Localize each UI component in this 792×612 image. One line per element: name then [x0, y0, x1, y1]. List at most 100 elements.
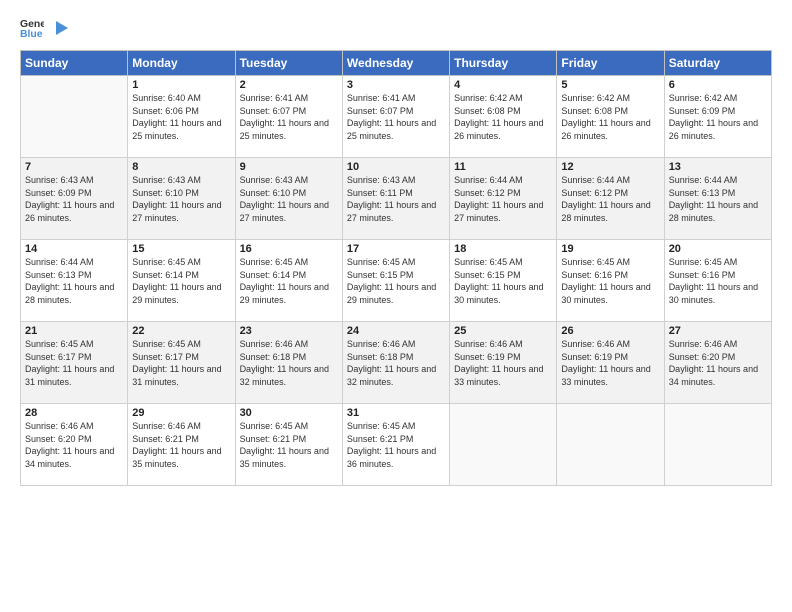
day-info: Sunrise: 6:46 AMSunset: 6:18 PMDaylight:… [240, 338, 338, 388]
calendar-cell: 27Sunrise: 6:46 AMSunset: 6:20 PMDayligh… [664, 322, 771, 404]
day-info: Sunrise: 6:42 AMSunset: 6:09 PMDaylight:… [669, 92, 767, 142]
day-info: Sunrise: 6:45 AMSunset: 6:17 PMDaylight:… [132, 338, 230, 388]
day-info: Sunrise: 6:45 AMSunset: 6:14 PMDaylight:… [132, 256, 230, 306]
day-info: Sunrise: 6:46 AMSunset: 6:21 PMDaylight:… [132, 420, 230, 470]
week-row-3: 14Sunrise: 6:44 AMSunset: 6:13 PMDayligh… [21, 240, 772, 322]
calendar-cell: 12Sunrise: 6:44 AMSunset: 6:12 PMDayligh… [557, 158, 664, 240]
calendar-cell: 17Sunrise: 6:45 AMSunset: 6:15 PMDayligh… [342, 240, 449, 322]
day-info: Sunrise: 6:45 AMSunset: 6:14 PMDaylight:… [240, 256, 338, 306]
calendar-cell: 5Sunrise: 6:42 AMSunset: 6:08 PMDaylight… [557, 76, 664, 158]
weekday-header-tuesday: Tuesday [235, 51, 342, 76]
calendar-cell [664, 404, 771, 486]
day-info: Sunrise: 6:43 AMSunset: 6:10 PMDaylight:… [132, 174, 230, 224]
day-number: 4 [454, 79, 552, 91]
calendar-cell: 3Sunrise: 6:41 AMSunset: 6:07 PMDaylight… [342, 76, 449, 158]
calendar-cell [450, 404, 557, 486]
day-info: Sunrise: 6:45 AMSunset: 6:21 PMDaylight:… [347, 420, 445, 470]
day-number: 28 [25, 407, 123, 419]
calendar-cell: 30Sunrise: 6:45 AMSunset: 6:21 PMDayligh… [235, 404, 342, 486]
day-number: 7 [25, 161, 123, 173]
day-info: Sunrise: 6:44 AMSunset: 6:12 PMDaylight:… [561, 174, 659, 224]
weekday-header-wednesday: Wednesday [342, 51, 449, 76]
calendar-cell: 23Sunrise: 6:46 AMSunset: 6:18 PMDayligh… [235, 322, 342, 404]
weekday-header-row: SundayMondayTuesdayWednesdayThursdayFrid… [21, 51, 772, 76]
day-info: Sunrise: 6:44 AMSunset: 6:12 PMDaylight:… [454, 174, 552, 224]
day-number: 30 [240, 407, 338, 419]
weekday-header-sunday: Sunday [21, 51, 128, 76]
logo: General Blue [20, 16, 72, 40]
day-number: 19 [561, 243, 659, 255]
day-info: Sunrise: 6:46 AMSunset: 6:18 PMDaylight:… [347, 338, 445, 388]
calendar-cell: 6Sunrise: 6:42 AMSunset: 6:09 PMDaylight… [664, 76, 771, 158]
day-number: 12 [561, 161, 659, 173]
day-info: Sunrise: 6:41 AMSunset: 6:07 PMDaylight:… [347, 92, 445, 142]
day-info: Sunrise: 6:46 AMSunset: 6:20 PMDaylight:… [669, 338, 767, 388]
calendar-cell [557, 404, 664, 486]
day-info: Sunrise: 6:42 AMSunset: 6:08 PMDaylight:… [454, 92, 552, 142]
day-number: 29 [132, 407, 230, 419]
day-number: 15 [132, 243, 230, 255]
calendar-cell: 9Sunrise: 6:43 AMSunset: 6:10 PMDaylight… [235, 158, 342, 240]
logo-icon: General Blue [20, 16, 44, 40]
calendar-cell: 28Sunrise: 6:46 AMSunset: 6:20 PMDayligh… [21, 404, 128, 486]
day-info: Sunrise: 6:45 AMSunset: 6:16 PMDaylight:… [669, 256, 767, 306]
weekday-header-thursday: Thursday [450, 51, 557, 76]
day-info: Sunrise: 6:46 AMSunset: 6:19 PMDaylight:… [454, 338, 552, 388]
day-number: 26 [561, 325, 659, 337]
day-number: 16 [240, 243, 338, 255]
calendar-cell: 8Sunrise: 6:43 AMSunset: 6:10 PMDaylight… [128, 158, 235, 240]
header: General Blue [20, 16, 772, 40]
weekday-header-friday: Friday [557, 51, 664, 76]
day-number: 9 [240, 161, 338, 173]
day-info: Sunrise: 6:45 AMSunset: 6:15 PMDaylight:… [454, 256, 552, 306]
day-info: Sunrise: 6:42 AMSunset: 6:08 PMDaylight:… [561, 92, 659, 142]
weekday-header-monday: Monday [128, 51, 235, 76]
calendar-cell: 20Sunrise: 6:45 AMSunset: 6:16 PMDayligh… [664, 240, 771, 322]
page: General Blue SundayMondayTuesdayWednesda… [0, 0, 792, 612]
day-number: 22 [132, 325, 230, 337]
calendar-cell: 4Sunrise: 6:42 AMSunset: 6:08 PMDaylight… [450, 76, 557, 158]
day-info: Sunrise: 6:46 AMSunset: 6:19 PMDaylight:… [561, 338, 659, 388]
week-row-1: 1Sunrise: 6:40 AMSunset: 6:06 PMDaylight… [21, 76, 772, 158]
calendar-cell: 19Sunrise: 6:45 AMSunset: 6:16 PMDayligh… [557, 240, 664, 322]
day-info: Sunrise: 6:45 AMSunset: 6:15 PMDaylight:… [347, 256, 445, 306]
day-number: 24 [347, 325, 445, 337]
day-info: Sunrise: 6:40 AMSunset: 6:06 PMDaylight:… [132, 92, 230, 142]
week-row-5: 28Sunrise: 6:46 AMSunset: 6:20 PMDayligh… [21, 404, 772, 486]
day-info: Sunrise: 6:45 AMSunset: 6:17 PMDaylight:… [25, 338, 123, 388]
week-row-2: 7Sunrise: 6:43 AMSunset: 6:09 PMDaylight… [21, 158, 772, 240]
svg-text:Blue: Blue [20, 29, 43, 40]
calendar-cell: 11Sunrise: 6:44 AMSunset: 6:12 PMDayligh… [450, 158, 557, 240]
day-number: 10 [347, 161, 445, 173]
logo-arrow-icon [50, 17, 72, 39]
day-number: 14 [25, 243, 123, 255]
day-number: 6 [669, 79, 767, 91]
day-info: Sunrise: 6:43 AMSunset: 6:11 PMDaylight:… [347, 174, 445, 224]
day-number: 3 [347, 79, 445, 91]
day-number: 13 [669, 161, 767, 173]
day-number: 17 [347, 243, 445, 255]
day-number: 20 [669, 243, 767, 255]
calendar-cell: 18Sunrise: 6:45 AMSunset: 6:15 PMDayligh… [450, 240, 557, 322]
calendar-cell: 16Sunrise: 6:45 AMSunset: 6:14 PMDayligh… [235, 240, 342, 322]
day-number: 21 [25, 325, 123, 337]
day-info: Sunrise: 6:41 AMSunset: 6:07 PMDaylight:… [240, 92, 338, 142]
week-row-4: 21Sunrise: 6:45 AMSunset: 6:17 PMDayligh… [21, 322, 772, 404]
calendar-cell: 1Sunrise: 6:40 AMSunset: 6:06 PMDaylight… [128, 76, 235, 158]
day-info: Sunrise: 6:43 AMSunset: 6:10 PMDaylight:… [240, 174, 338, 224]
day-number: 31 [347, 407, 445, 419]
day-info: Sunrise: 6:46 AMSunset: 6:20 PMDaylight:… [25, 420, 123, 470]
day-info: Sunrise: 6:45 AMSunset: 6:21 PMDaylight:… [240, 420, 338, 470]
calendar-cell: 10Sunrise: 6:43 AMSunset: 6:11 PMDayligh… [342, 158, 449, 240]
calendar-cell: 14Sunrise: 6:44 AMSunset: 6:13 PMDayligh… [21, 240, 128, 322]
calendar-cell: 21Sunrise: 6:45 AMSunset: 6:17 PMDayligh… [21, 322, 128, 404]
weekday-header-saturday: Saturday [664, 51, 771, 76]
calendar-cell [21, 76, 128, 158]
day-info: Sunrise: 6:44 AMSunset: 6:13 PMDaylight:… [25, 256, 123, 306]
day-info: Sunrise: 6:43 AMSunset: 6:09 PMDaylight:… [25, 174, 123, 224]
day-number: 27 [669, 325, 767, 337]
day-info: Sunrise: 6:45 AMSunset: 6:16 PMDaylight:… [561, 256, 659, 306]
day-number: 5 [561, 79, 659, 91]
day-number: 23 [240, 325, 338, 337]
day-number: 25 [454, 325, 552, 337]
